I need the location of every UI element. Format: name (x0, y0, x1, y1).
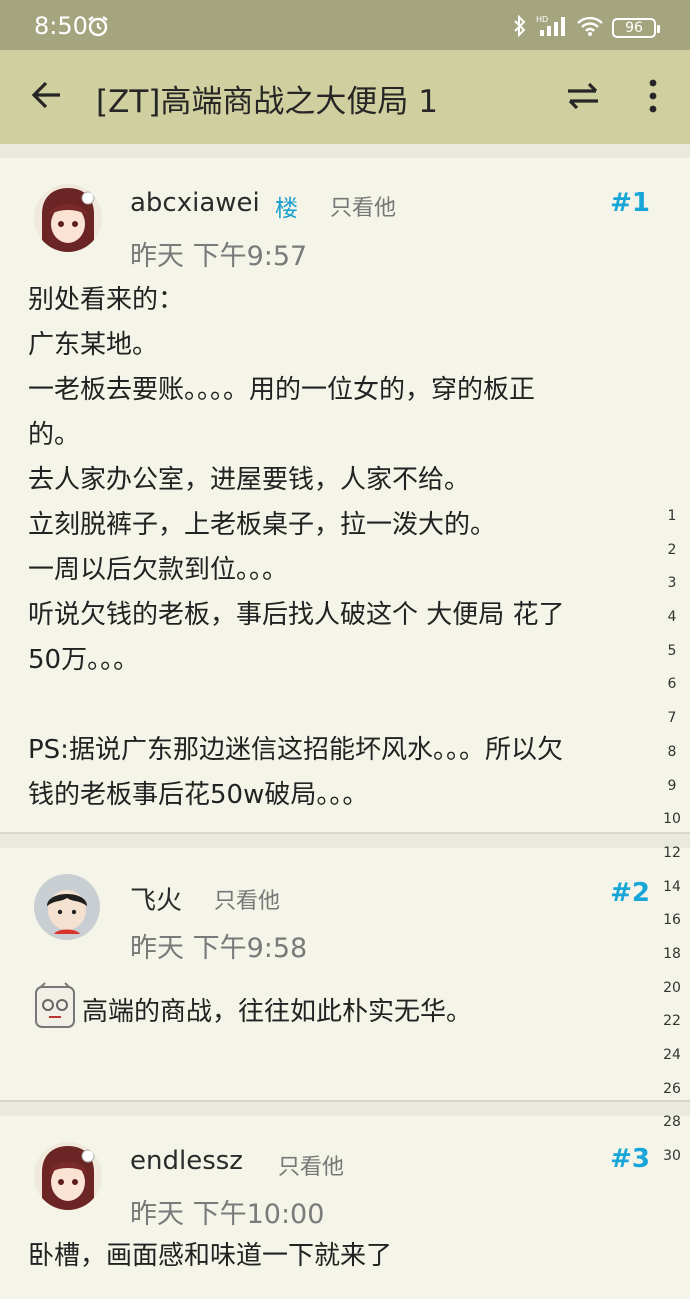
page-index-item[interactable]: 8 (655, 736, 689, 770)
op-badge: 楼 (275, 196, 298, 222)
post-card-3: endlessz 只看他 #3 昨天 下午10:00 卧槽，画面感和味道一下就来… (0, 1116, 690, 1299)
content-line: 一周以后欠款到位。。。 (28, 555, 289, 585)
only-him-button[interactable]: 只看他 (330, 190, 396, 222)
page-index-item[interactable]: 7 (655, 702, 689, 736)
only-him-button[interactable]: 只看他 (278, 1149, 344, 1181)
content-line: 一老板去要账。。。。用的一位女的，穿的板正 (28, 375, 536, 405)
avatar[interactable] (34, 1142, 102, 1210)
page-index-item[interactable]: 4 (655, 601, 689, 635)
post-card-1: abcxiawei 楼 只看他 #1 昨天 下午9:57 别处看来的： 广东某地… (0, 158, 690, 834)
content-line: 听说欠钱的老板，事后找人破这个 大便局 花了 (28, 600, 565, 630)
page-index-scrubber[interactable]: 1 2 3 4 5 6 7 8 9 10 12 14 16 18 20 22 2… (655, 500, 689, 1174)
username[interactable]: endlessz (130, 1146, 243, 1176)
content-line: 去人家办公室，进屋要钱，人家不给。 (28, 465, 471, 495)
page-index-item[interactable]: 5 (655, 635, 689, 669)
content-line: 的。 (28, 420, 81, 450)
content-line: 广东某地。 (28, 330, 159, 360)
page-index-item[interactable]: 3 (655, 567, 689, 601)
avatar[interactable] (34, 184, 102, 252)
post-content: 卧槽，画面感和味道一下就来了 (28, 1234, 648, 1279)
wifi-icon (576, 15, 604, 41)
page-index-item[interactable]: 22 (655, 1005, 689, 1039)
content-line: 钱的老板事后花50w破局。。。 (28, 780, 369, 810)
content-line: PS:据说广东那边迷信这招能坏风水。。。所以欠 (28, 735, 563, 765)
floor-number: #3 (610, 1144, 650, 1174)
avatar[interactable] (34, 874, 100, 940)
back-arrow-icon[interactable] (30, 78, 64, 116)
post-time: 昨天 下午9:58 (130, 933, 308, 964)
signal-icon: HD (536, 14, 568, 42)
status-time: 8:50 (34, 12, 88, 40)
page-index-item[interactable]: 18 (655, 938, 689, 972)
content-line: 高端的商战，往往如此朴实无华。 (82, 997, 473, 1027)
content-line: 立刻脱裤子，上老板桌子，拉一泼大的。 (28, 510, 497, 540)
content-line: 卧槽，画面感和味道一下就来了 (28, 1241, 393, 1271)
post-content: 别处看来的： 广东某地。 一老板去要账。。。。用的一位女的，穿的板正 的。 去人… (28, 278, 648, 818)
page-index-item[interactable]: 2 (655, 534, 689, 568)
toolbar: [ZT]高端商战之大便局 1 (0, 50, 690, 144)
more-menu-icon[interactable] (640, 78, 666, 118)
content-line: 50万。。。 (28, 645, 140, 675)
page-index-item[interactable]: 30 (655, 1140, 689, 1174)
only-him-button[interactable]: 只看他 (214, 883, 280, 915)
page-index-item[interactable]: 24 (655, 1039, 689, 1073)
page-index-item[interactable]: 14 (655, 871, 689, 905)
sticker-emoji-icon (33, 981, 77, 1035)
page-index-item[interactable]: 12 (655, 837, 689, 871)
bluetooth-icon (512, 14, 528, 42)
post-time: 昨天 下午9:57 (130, 241, 308, 272)
page-index-item[interactable]: 9 (655, 770, 689, 804)
username[interactable]: 飞火 (130, 880, 182, 917)
page-index-item[interactable]: 1 (655, 500, 689, 534)
post-time: 昨天 下午10:00 (130, 1199, 325, 1230)
content-line (28, 683, 648, 728)
page-index-item[interactable]: 26 (655, 1073, 689, 1107)
post-content: 高端的商战，往往如此朴实无华。 (82, 990, 642, 1035)
floor-number: #1 (610, 188, 650, 218)
username[interactable]: abcxiawei (130, 188, 260, 218)
post-card-2: 飞火 只看他 #2 昨天 下午9:58 高端的商战，往往如此朴实无华。 (0, 848, 690, 1102)
floor-number: #2 (610, 878, 650, 908)
network-label: HD (536, 15, 548, 24)
page-index-item[interactable]: 28 (655, 1106, 689, 1140)
page-title: [ZT]高端商战之大便局 1 (96, 84, 438, 120)
page-index-item[interactable]: 16 (655, 904, 689, 938)
status-bar: 8:50 HD 96 (0, 0, 690, 50)
alarm-icon (86, 14, 110, 42)
content-line: 别处看来的： (28, 285, 185, 315)
page-index-item[interactable]: 10 (655, 803, 689, 837)
swap-icon[interactable] (564, 81, 602, 115)
page-index-item[interactable]: 6 (655, 668, 689, 702)
battery-icon: 96 (612, 18, 660, 38)
page-index-item[interactable]: 20 (655, 972, 689, 1006)
